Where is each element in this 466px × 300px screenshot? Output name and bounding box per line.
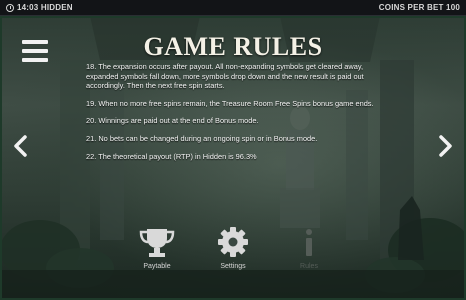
chevron-right-icon[interactable] <box>436 134 454 158</box>
status-bar: 14:03 HIDDEN COINS PER BET 100 <box>0 0 466 16</box>
rule-item: 21. No bets can be changed during an ong… <box>86 133 318 143</box>
rules-label: Rules <box>300 263 318 270</box>
chevron-left-icon[interactable] <box>12 134 30 158</box>
paytable-button[interactable]: Paytable <box>132 226 182 270</box>
clock-icon <box>6 3 14 12</box>
trophy-icon <box>139 229 175 257</box>
gear-icon <box>218 227 248 257</box>
info-icon <box>306 229 312 256</box>
rules-button[interactable]: Rules <box>284 226 334 270</box>
paytable-label: Paytable <box>143 263 171 270</box>
page-title: GAME RULES <box>143 32 323 61</box>
rule-item: 20. Winnings are paid out at the end of … <box>86 116 259 126</box>
rule-item: 18. The expansion occurs after payout. A… <box>86 62 364 91</box>
time-and-game-name: 14:03 HIDDEN <box>17 3 73 12</box>
rules-text: 18. The expansion occurs after payout. A… <box>86 62 382 169</box>
status-bar-left: 14:03 HIDDEN <box>6 3 73 12</box>
coins-per-bet: COINS PER BET 100 <box>378 3 460 12</box>
settings-button[interactable]: Settings <box>208 226 258 270</box>
rule-item: 22. The theoretical payout (RTP) in Hidd… <box>86 151 257 161</box>
rule-item: 19. When no more free spins remain, the … <box>86 98 374 108</box>
settings-label: Settings <box>220 263 246 270</box>
bottom-navigation: Paytable Settings Rules <box>0 226 466 276</box>
game-rules-screen: 14:03 HIDDEN COINS PER BET 100 GAME RULE… <box>0 0 466 300</box>
